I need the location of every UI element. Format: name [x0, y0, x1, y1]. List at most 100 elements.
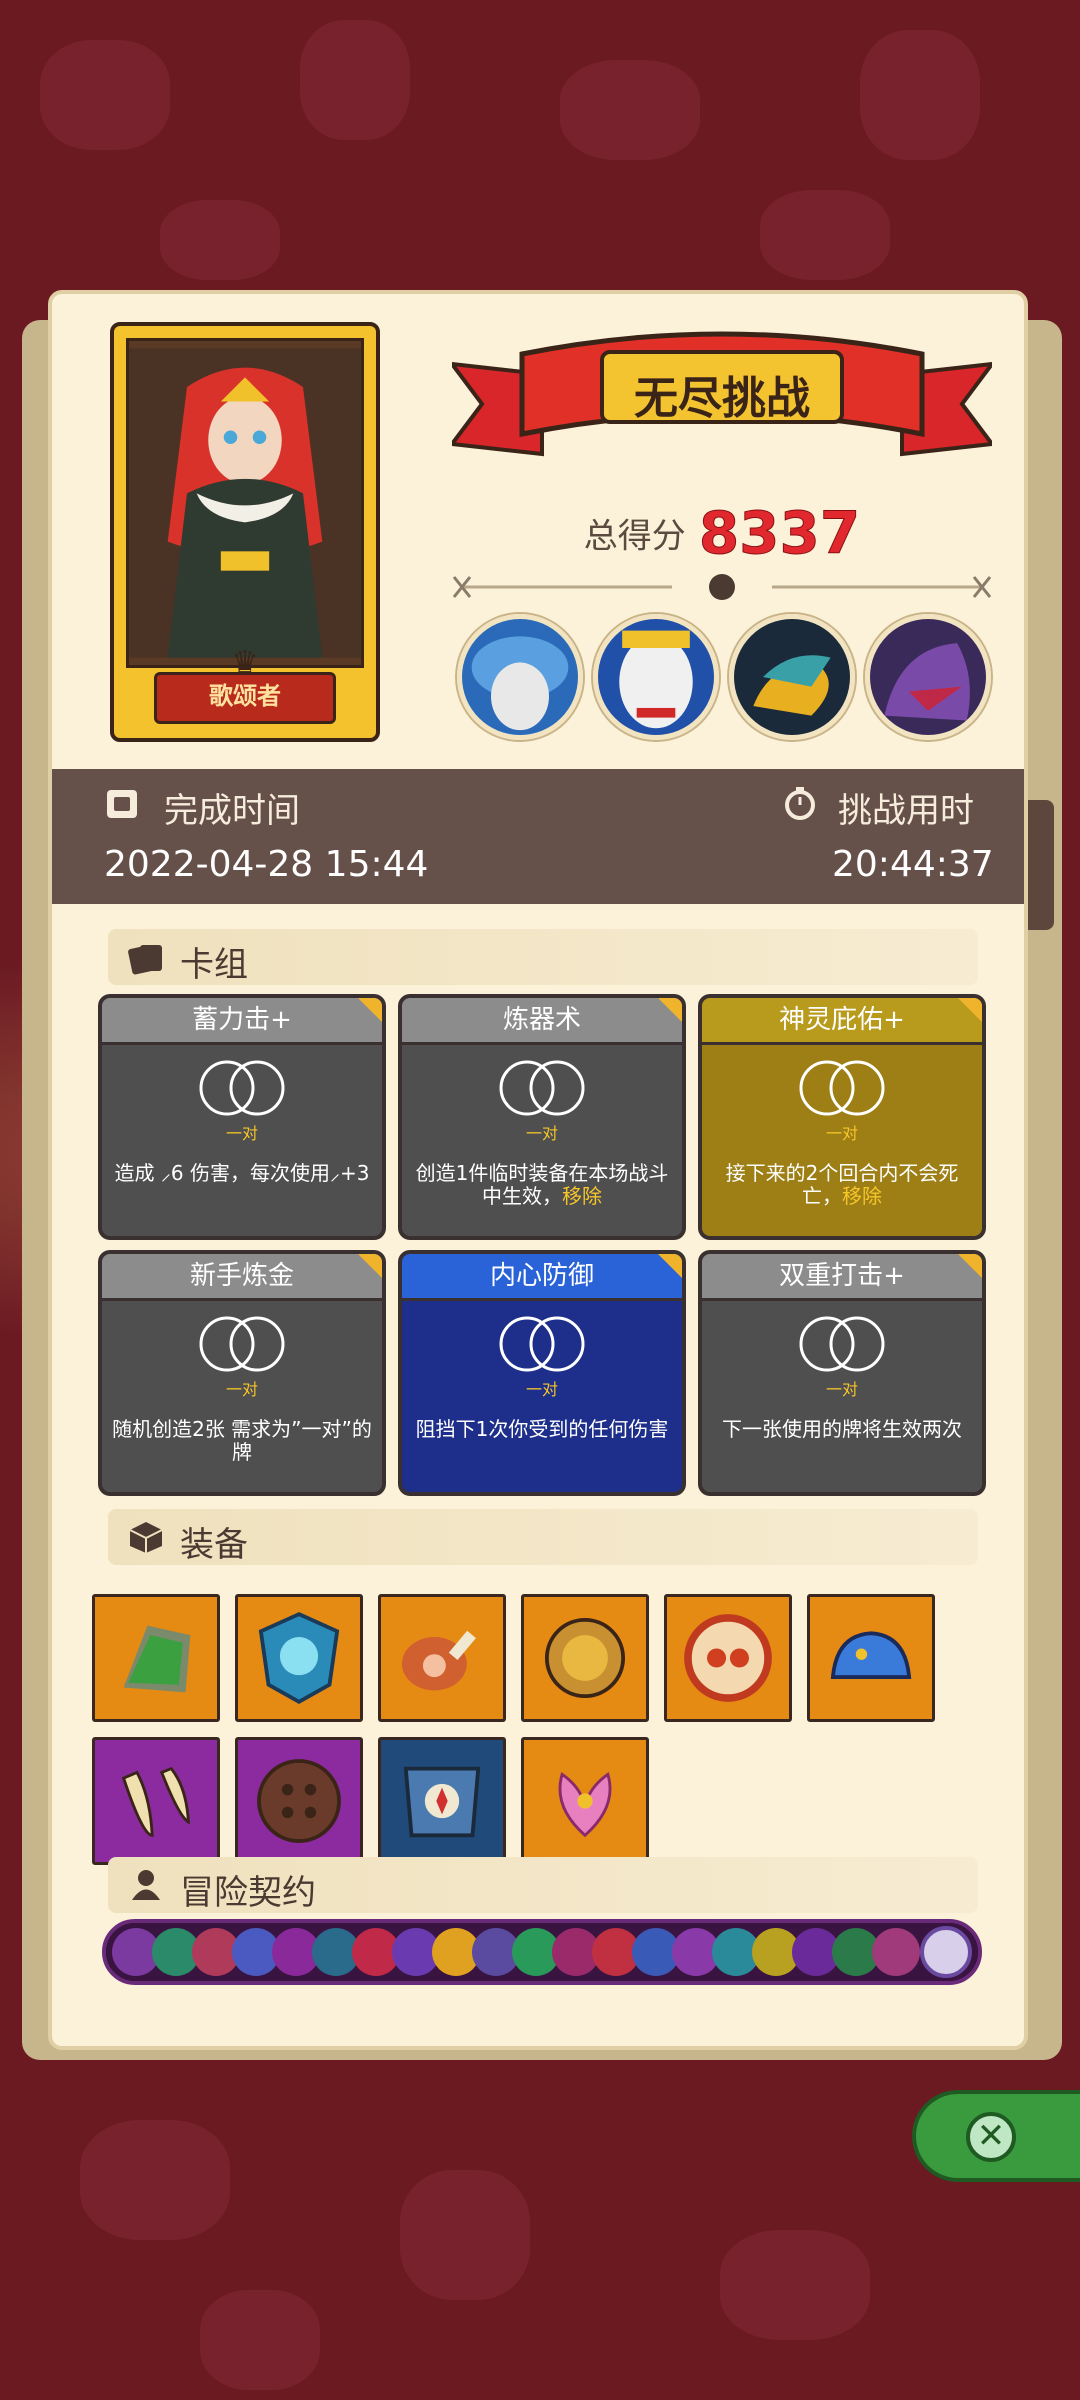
bg-decoration — [80, 2120, 230, 2240]
score-value: 8337 — [698, 499, 861, 568]
hero-portrait — [126, 338, 364, 668]
finish-time-label: 完成时间 — [164, 791, 300, 831]
card-requirement: 一对 — [825, 1124, 858, 1143]
card-requirement: 一对 — [225, 1380, 258, 1399]
card-corner-icon — [658, 1254, 682, 1278]
bg-decoration — [200, 2290, 320, 2390]
equipment-slot[interactable] — [521, 1737, 649, 1865]
card-desc-text: 造成 ⸝6 伤害，每次使用⸝+3 — [114, 1161, 370, 1185]
cards-icon — [128, 945, 162, 975]
calendar-icon — [107, 790, 137, 818]
card-desc-text: 创造1件临时装备在本场战斗中生效， — [415, 1161, 669, 1208]
deck-card[interactable]: 炼器术 一对 创造1件临时装备在本场战斗中生效，移除 — [398, 994, 686, 1240]
bg-decoration — [300, 20, 410, 140]
card-name: 内心防御 — [402, 1254, 682, 1301]
deck-card[interactable]: 双重打击+ 一对下一张使用的牌将生效两次 — [698, 1250, 986, 1496]
card-name: 神灵庇佑+ — [702, 998, 982, 1045]
boss-portrait-mask[interactable] — [593, 614, 719, 740]
ham-icon — [401, 1630, 476, 1691]
challenge-title: 无尽挑战 — [634, 373, 810, 424]
card-requirement: 一对 — [525, 1124, 558, 1143]
pair-rings-icon — [199, 1316, 285, 1372]
card-name: 双重打击+ — [702, 1254, 982, 1301]
card-description: 阻挡下1次你受到的任何伤害 — [412, 1418, 672, 1441]
pair-rings-icon — [499, 1060, 585, 1116]
finish-time-value: 2022-04-28 15:44 — [104, 844, 429, 885]
pair-rings-icon — [799, 1316, 885, 1372]
bg-decoration — [760, 190, 890, 280]
pair-rings-icon — [499, 1316, 585, 1372]
contract-title: 冒险契约 — [180, 1873, 316, 1913]
close-button[interactable]: ✕ — [912, 2090, 1080, 2182]
title-ribbon: 无尽挑战 — [447, 324, 997, 474]
fang-icon — [121, 1766, 190, 1837]
side-tab — [1024, 800, 1054, 930]
crystal-shield-icon — [258, 1612, 340, 1705]
card-corner-icon — [358, 998, 382, 1022]
card-requirement: 一对 — [525, 1380, 558, 1399]
card-description: 造成 ⸝6 伤害，每次使用⸝+3 — [112, 1162, 372, 1185]
deck-title: 卡组 — [180, 945, 248, 985]
boss-portrait-serpent[interactable] — [729, 614, 855, 740]
equipment-slot[interactable] — [235, 1737, 363, 1865]
deck-section-header: 卡组 — [108, 929, 978, 985]
card-description: 接下来的2个回合内不会死亡，移除 — [712, 1162, 972, 1208]
equipment-title: 装备 — [180, 1525, 248, 1565]
hero-name: 歌颂者 — [154, 672, 336, 724]
equipment-slot[interactable] — [92, 1594, 220, 1722]
box-icon — [129, 1522, 163, 1553]
card-description: 创造1件临时装备在本场战斗中生效，移除 — [412, 1162, 672, 1208]
equipment-slot[interactable] — [378, 1737, 506, 1865]
contract-section-header: 冒险契约 — [108, 1857, 978, 1913]
moss-stone-icon — [123, 1625, 191, 1693]
score-block: 总得分 8337 — [452, 499, 992, 568]
deck-card[interactable]: 内心防御一对阻挡下1次你受到的任何伤害 — [398, 1250, 686, 1496]
contract-strip[interactable] — [102, 1919, 982, 1985]
stopwatch-icon — [785, 787, 815, 820]
deck-card[interactable]: 蓄力击+ 一对造成 ⸝6 伤害，每次使用⸝+3 — [98, 994, 386, 1240]
close-icon: ✕ — [966, 2112, 1016, 2162]
boss-list — [457, 614, 997, 744]
equipment-slot[interactable] — [664, 1594, 792, 1722]
hero-card[interactable]: ♛ 歌颂者 — [110, 322, 380, 742]
card-requirement: 一对 — [825, 1380, 858, 1399]
boss-divider — [452, 574, 992, 600]
boss-portrait-mushroom[interactable] — [457, 614, 583, 740]
contract-icon — [132, 1870, 160, 1900]
button-icon — [257, 1759, 341, 1843]
card-desc-text: 阻挡下1次你受到的任何伤害 — [415, 1417, 669, 1441]
result-panel: ♛ 歌颂者 无尽挑战 总得分 8337 完成时间 2022-04-28 15:4… — [48, 290, 1028, 2050]
pair-rings-icon — [199, 1060, 285, 1116]
deck-card[interactable]: 神灵庇佑+ 一对接下来的2个回合内不会死亡，移除 — [698, 994, 986, 1240]
card-desc-text: 下一张使用的牌将生效两次 — [722, 1417, 962, 1441]
equipment-slot[interactable] — [521, 1594, 649, 1722]
blue-slime-icon — [830, 1631, 912, 1679]
lotus-icon — [558, 1771, 612, 1838]
eye-amulet-icon — [684, 1614, 772, 1702]
card-corner-icon — [658, 998, 682, 1022]
pair-rings-icon — [799, 1060, 885, 1116]
boss-portrait-dragon[interactable] — [865, 614, 991, 740]
equipment-section-header: 装备 — [108, 1509, 978, 1565]
bg-decoration — [560, 60, 700, 160]
time-bar: 完成时间 2022-04-28 15:44 挑战用时 20:44:37 — [52, 769, 1024, 904]
equipment-slot[interactable] — [807, 1594, 935, 1722]
bg-decoration — [160, 200, 280, 280]
deck-card[interactable]: 新手炼金 一对 随机创造2张 需求为”一对”的牌 — [98, 1250, 386, 1496]
bg-decoration — [400, 2170, 530, 2300]
equipment-slot[interactable] — [235, 1594, 363, 1722]
bg-decoration — [860, 30, 980, 160]
duration-label: 挑战用时 — [838, 791, 974, 831]
card-name: 新手炼金 — [102, 1254, 382, 1301]
card-remove-link[interactable]: 移除 — [842, 1184, 882, 1208]
score-label: 总得分 — [583, 516, 686, 557]
lion-ring-icon — [544, 1617, 626, 1699]
card-corner-icon — [958, 998, 982, 1022]
bg-decoration — [40, 40, 170, 150]
equipment-slot[interactable] — [92, 1737, 220, 1865]
card-remove-link[interactable]: 移除 — [562, 1184, 602, 1208]
card-name: 蓄力击+ — [102, 998, 382, 1045]
compass-armor-icon — [403, 1766, 481, 1838]
card-requirement: 一对 — [225, 1124, 258, 1143]
equipment-slot[interactable] — [378, 1594, 506, 1722]
